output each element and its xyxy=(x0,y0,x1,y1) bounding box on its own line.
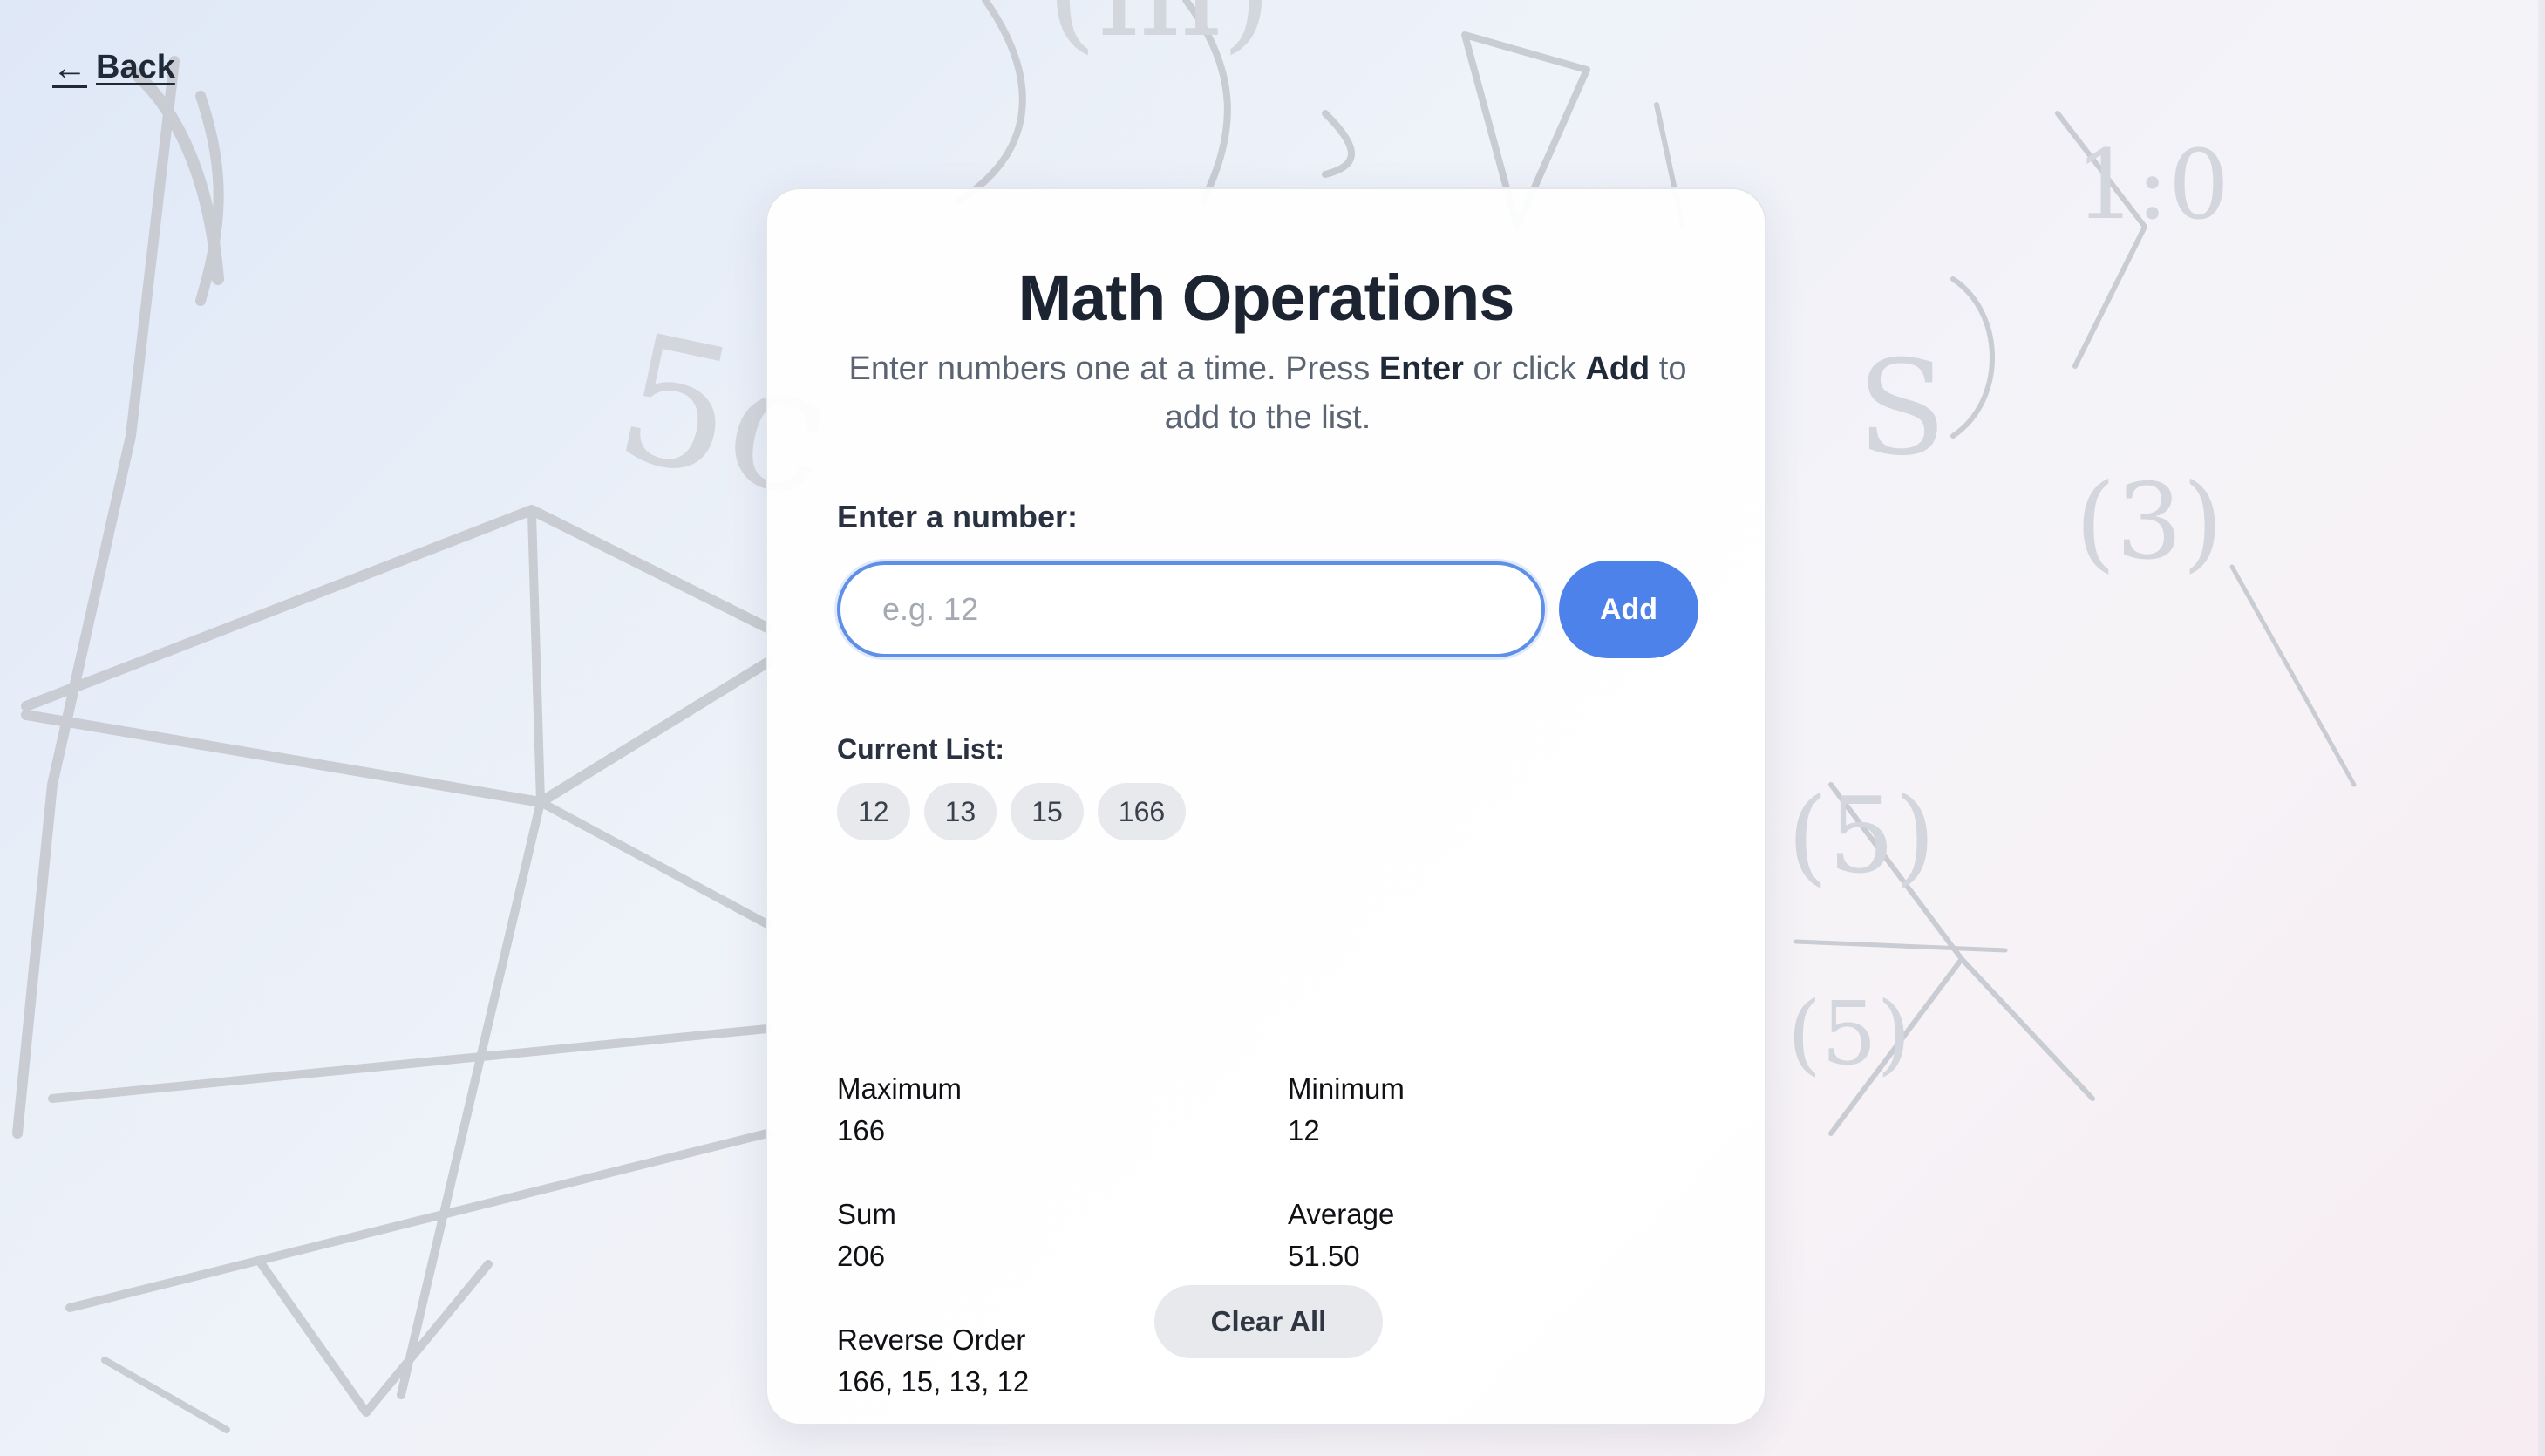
stat-average-label: Average xyxy=(1288,1198,1395,1230)
list-chip: 12 xyxy=(837,783,910,840)
add-button[interactable]: Add xyxy=(1559,561,1698,658)
number-input-label: Enter a number: xyxy=(837,499,1079,534)
svg-text:S: S xyxy=(1857,333,1947,485)
arrow-left-icon: ← xyxy=(52,48,87,87)
stat-reverse-label: Reverse Order xyxy=(837,1323,1026,1356)
stat-average-value: 51.50 xyxy=(1288,1240,1360,1272)
svg-text:1:0: 1:0 xyxy=(2075,129,2229,241)
stat-sum-label: Sum xyxy=(837,1198,896,1230)
stat-average: Average 51.50 xyxy=(1288,1194,1394,1277)
svg-text:(3): (3) xyxy=(2075,462,2223,583)
stat-sum: Sum 206 xyxy=(837,1194,896,1277)
stat-minimum-value: 12 xyxy=(1288,1114,1320,1146)
stat-maximum-value: 166 xyxy=(837,1114,886,1146)
svg-text:(5): (5) xyxy=(1787,983,1911,1085)
instructions-text: Enter numbers one at a time. Press Enter… xyxy=(837,344,1698,442)
svg-text:(5): (5) xyxy=(1787,776,1936,897)
instructions-part2: or click xyxy=(1463,350,1586,387)
stat-sum-value: 206 xyxy=(837,1240,886,1272)
list-chip: 166 xyxy=(1097,783,1187,840)
current-list: 12 13 15 166 xyxy=(837,783,1187,840)
stat-reverse-order: Reverse Order 166, 15, 13, 12 xyxy=(837,1319,1029,1403)
clear-all-button[interactable]: Clear All xyxy=(1154,1285,1383,1358)
stat-minimum-label: Minimum xyxy=(1288,1072,1405,1105)
instructions-part1: Enter numbers one at a time. Press xyxy=(848,350,1379,387)
back-label: Back xyxy=(96,49,175,85)
number-input[interactable] xyxy=(837,561,1545,657)
math-operations-card: Math Operations Enter numbers one at a t… xyxy=(766,187,1766,1425)
stat-maximum-label: Maximum xyxy=(837,1072,963,1105)
stat-maximum: Maximum 166 xyxy=(837,1068,962,1152)
instructions-enter: Enter xyxy=(1378,350,1464,387)
instructions-add: Add xyxy=(1585,350,1650,387)
page-title: Math Operations xyxy=(1017,262,1515,334)
back-link[interactable]: ← Back xyxy=(52,49,175,86)
current-list-label: Current List: xyxy=(837,733,1004,765)
stat-minimum: Minimum 12 xyxy=(1288,1068,1405,1152)
list-chip: 15 xyxy=(1011,783,1084,840)
stat-reverse-value: 166, 15, 13, 12 xyxy=(837,1365,1030,1398)
list-chip: 13 xyxy=(923,783,997,840)
scrollbar-track[interactable] xyxy=(2538,0,2545,1456)
svg-text:(m): (m) xyxy=(1046,0,1272,66)
